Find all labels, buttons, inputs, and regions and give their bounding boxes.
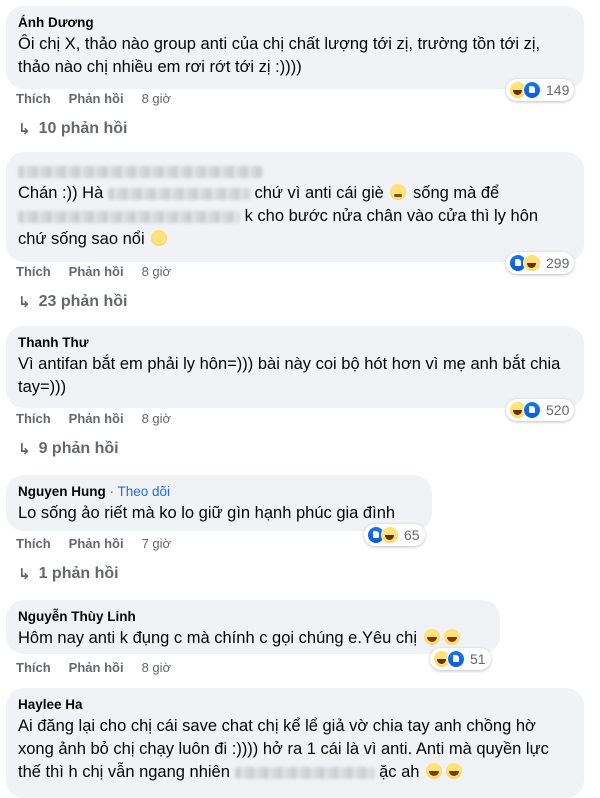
reply-arrow-icon: ↳ [18, 121, 31, 138]
comment-2: Chán :)) Hà chứ vì anti cái giè sống mà … [6, 152, 584, 262]
comment-bubble: Haylee Ha Ai đăng lại cho chị cái save c… [6, 688, 584, 798]
comment-text: Lo sống ảo riết mà ko lo giữ gìn hạnh ph… [18, 504, 396, 522]
reaction-count: 149 [546, 82, 570, 98]
replies-count: 9 phản hồi [38, 440, 119, 457]
comment-6: Haylee Ha Ai đăng lại cho chị cái save c… [6, 688, 584, 798]
comment-author[interactable]: Ánh Dương [18, 14, 572, 32]
comment-3: Thanh Thư Vì antifan bắt em phải ly hôn=… [6, 326, 584, 408]
blurred-text [18, 210, 240, 223]
reaction-count: 520 [546, 402, 570, 418]
haha-reaction-icon [381, 526, 399, 544]
blurred-author [18, 163, 572, 178]
reply-button[interactable]: Phản hồi [69, 264, 124, 279]
laughing-emoji-icon [446, 763, 463, 779]
like-button[interactable]: Thích [16, 660, 51, 675]
comment-bubble: Chán :)) Hà chứ vì anti cái giè sống mà … [6, 152, 584, 262]
like-reaction-icon [523, 401, 541, 419]
comment-text: Hôm nay anti k đụng c mà chính c gọi chú… [18, 627, 488, 650]
reply-arrow-icon: ↳ [18, 294, 31, 311]
laughing-emoji-icon [443, 629, 460, 645]
comment-text-part: Chán :)) Hà [18, 184, 104, 202]
comment-text-part: ặc ah [379, 763, 420, 781]
comment-5: Nguyễn Thùy Linh Hôm nay anti k đụng c m… [6, 600, 500, 654]
reply-button[interactable]: Phản hồi [69, 91, 124, 106]
comment-text: Vì antifan bắt em phải ly hôn=))) bài nà… [18, 355, 561, 396]
comment-bubble: Ánh Dương Ôi chị X, thảo nào group anti … [6, 6, 584, 89]
comment-actions: Thích Phản hồi 8 giờ [16, 91, 189, 106]
reaction-summary[interactable]: 520 [506, 399, 575, 421]
comment-actions: Thích Phản hồi 8 giờ [16, 264, 189, 279]
reaction-summary[interactable]: 51 [430, 648, 491, 670]
comment-bubble: Nguyen Hung · Theo dõi Lo sống ảo riết m… [6, 475, 432, 531]
follow-separator: · [105, 484, 118, 499]
comment-text-part: chứ sống sao nổi [18, 230, 145, 248]
crying-emoji-icon [390, 184, 407, 200]
like-button[interactable]: Thích [16, 536, 51, 551]
reaction-summary[interactable]: 299 [506, 252, 575, 274]
comment-time[interactable]: 8 giờ [142, 264, 172, 279]
comment-4: Nguyen Hung · Theo dõi Lo sống ảo riết m… [6, 475, 432, 531]
view-replies-link[interactable]: ↳ 10 phản hồi [18, 120, 127, 138]
comment-text-part: sống mà để [413, 184, 500, 202]
reaction-summary[interactable]: 65 [364, 524, 425, 546]
comment-text: Chán :)) Hà chứ vì anti cái giè sống mà … [18, 182, 572, 251]
comment-bubble: Nguyễn Thùy Linh Hôm nay anti k đụng c m… [6, 600, 500, 654]
like-reaction-icon [447, 650, 465, 668]
reaction-count: 65 [404, 527, 420, 543]
like-reaction-icon [523, 81, 541, 99]
reply-arrow-icon: ↳ [18, 566, 31, 583]
comment-time[interactable]: 8 giờ [142, 660, 172, 675]
follow-link[interactable]: Theo dõi [118, 484, 171, 499]
comment-actions: Thích Phản hồi 8 giờ [16, 411, 189, 426]
reaction-summary[interactable]: 149 [506, 79, 575, 101]
reply-button[interactable]: Phản hồi [69, 660, 124, 675]
reply-button[interactable]: Phản hồi [69, 536, 124, 551]
view-replies-link[interactable]: ↳ 9 phản hồi [18, 440, 119, 458]
comment-author-row: Nguyen Hung · Theo dõi [18, 483, 420, 501]
comment-bubble: Thanh Thư Vì antifan bắt em phải ly hôn=… [6, 326, 584, 408]
laughing-emoji-icon [423, 629, 440, 645]
view-replies-link[interactable]: ↳ 1 phản hồi [18, 565, 119, 583]
haha-reaction-icon [523, 254, 541, 272]
smile-emoji-icon [151, 230, 168, 246]
comment-text-part: chứ vì anti cái giè [254, 184, 384, 202]
view-replies-link[interactable]: ↳ 23 phản hồi [18, 293, 127, 311]
comment-author[interactable]: Nguyễn Thùy Linh [18, 608, 488, 626]
reaction-count: 299 [546, 255, 570, 271]
reaction-count: 51 [470, 651, 486, 667]
like-button[interactable]: Thích [16, 264, 51, 279]
comment-actions: Thích Phản hồi 8 giờ [16, 660, 189, 675]
comment-text: Ai đăng lại cho chị cái save chat chị kể… [18, 715, 574, 784]
reply-arrow-icon: ↳ [18, 441, 31, 458]
comment-text-part: k cho bước nửa chân vào cửa thì ly hôn [244, 207, 539, 225]
laughing-emoji-icon [426, 763, 443, 779]
comment-text: Ôi chị X, thảo nào group anti của chị ch… [18, 35, 541, 76]
comment-time[interactable]: 7 giờ [142, 536, 172, 551]
replies-count: 23 phản hồi [38, 293, 128, 310]
like-button[interactable]: Thích [16, 91, 51, 106]
replies-count: 10 phản hồi [38, 120, 128, 137]
comment-time[interactable]: 8 giờ [142, 411, 172, 426]
comment-actions: Thích Phản hồi 7 giờ [16, 536, 189, 551]
comment-text-part: Hôm nay anti k đụng c mà chính c gọi chú… [18, 629, 417, 647]
comment-author[interactable]: Haylee Ha [18, 696, 572, 714]
replies-count: 1 phản hồi [38, 565, 119, 582]
like-button[interactable]: Thích [16, 411, 51, 426]
comment-author[interactable]: Nguyen Hung [18, 484, 106, 499]
comment-1: Ánh Dương Ôi chị X, thảo nào group anti … [6, 6, 584, 89]
blurred-text [107, 187, 250, 200]
comment-author[interactable]: Thanh Thư [18, 334, 572, 352]
comment-time[interactable]: 8 giờ [142, 91, 172, 106]
reply-button[interactable]: Phản hồi [69, 411, 124, 426]
blurred-text [234, 766, 375, 779]
